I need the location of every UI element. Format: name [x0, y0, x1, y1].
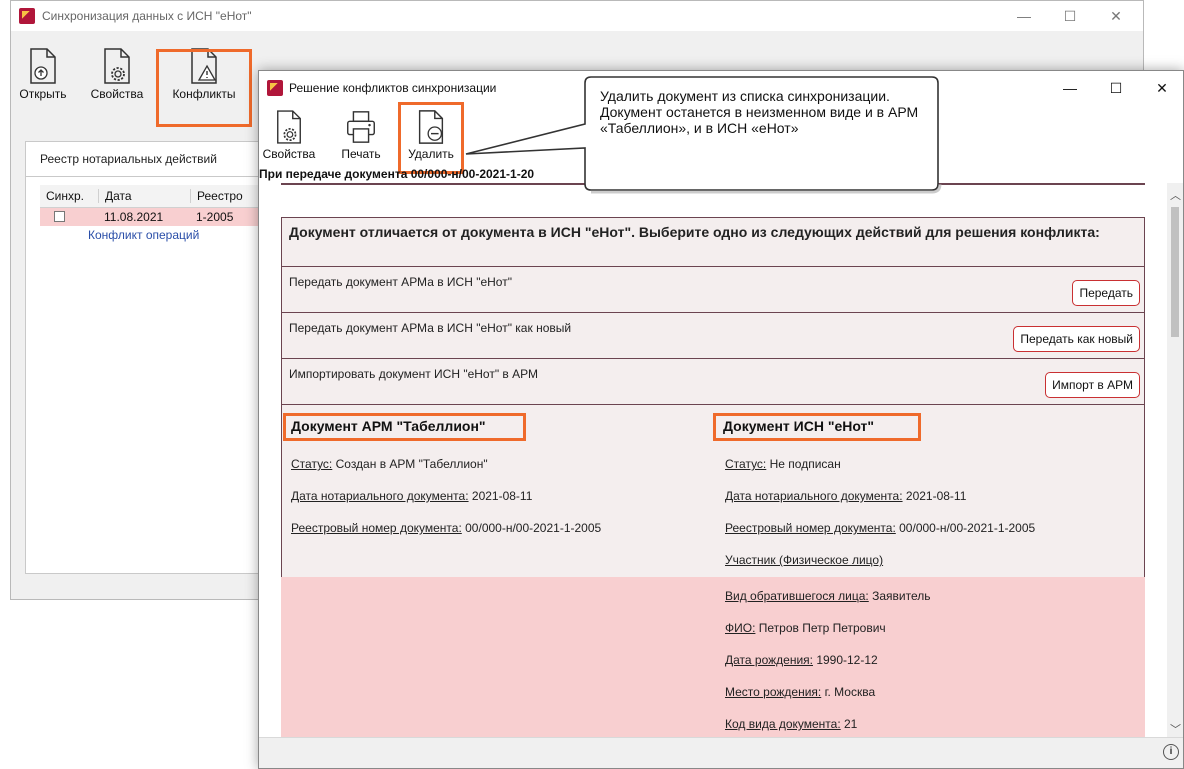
print-label: Печать [341, 147, 381, 161]
close-button[interactable]: ✕ [1093, 1, 1139, 31]
birth-place: Место рождения: г. Москва [725, 685, 875, 699]
applicant-type-value: Заявитель [868, 589, 931, 603]
app-logo-icon [19, 8, 35, 24]
properties-button[interactable]: Свойства [87, 47, 147, 101]
left-doc-title: Документ АРМ "Табеллион" [291, 418, 486, 434]
full-name: ФИО: Петров Петр Петрович [725, 621, 886, 635]
doc-type-code-label: Код вида документа: [725, 717, 841, 731]
sync-window-title: Синхронизация данных с ИСН "еНот" [42, 9, 252, 23]
left-status-label: Статус: [291, 457, 333, 471]
open-label: Открыть [19, 87, 67, 101]
conflict-message-row: Документ отличается от документа в ИСН "… [281, 217, 1145, 267]
callout-text: Удалить документ из списка синхронизации… [600, 88, 919, 136]
dialog-properties-button[interactable]: Свойства [261, 109, 317, 161]
delete-button[interactable]: Удалить [401, 109, 461, 161]
action-row-import: Импортировать документ ИСН "еНот" в АРМ … [281, 359, 1145, 405]
dialog-minimize-button[interactable]: — [1047, 73, 1093, 103]
properties-doc-icon [277, 110, 301, 144]
left-registry-value: 00/000-н/00-2021-1-2005 [461, 521, 602, 535]
col-date: Дата [98, 189, 132, 203]
action-row-transfer-new: Передать документ АРМа в ИСН "еНот" как … [281, 313, 1145, 359]
open-doc-icon [30, 48, 56, 84]
conflict-message: Документ отличается от документа в ИСН "… [289, 224, 1100, 240]
dialog-maximize-button[interactable]: ☐ [1093, 73, 1139, 103]
sync-window-titlebar: Синхронизация данных с ИСН "еНот" — ☐ ✕ [11, 1, 1143, 31]
transfer-new-button[interactable]: Передать как новый [1013, 326, 1140, 352]
left-date: Дата нотариального документа: 2021-08-11 [291, 489, 532, 503]
applicant-type: Вид обратившегося лица: Заявитель [725, 589, 931, 603]
tab-registry-label: Реестр нотариальных действий [40, 152, 217, 166]
col-registry: Реестро [190, 189, 243, 203]
status-bar: i [259, 737, 1183, 768]
right-registry-label: Реестровый номер документа: [725, 521, 896, 535]
conflict-content: Документ отличается от документа в ИСН "… [261, 183, 1169, 738]
table-header: Синхр. Дата Реестро [40, 185, 266, 208]
dialog-properties-label: Свойства [262, 147, 316, 161]
delete-label: Удалить [408, 147, 454, 161]
action-row-transfer: Передать документ АРМа в ИСН "еНот" Пере… [281, 267, 1145, 313]
properties-doc-icon [104, 48, 130, 84]
scroll-thumb[interactable] [1171, 207, 1179, 337]
delete-doc-icon [418, 110, 444, 144]
row-registry: 1-2005 [196, 210, 234, 224]
full-name-label: ФИО: [725, 621, 756, 635]
maximize-button[interactable]: ☐ [1047, 1, 1093, 31]
right-registry-value: 00/000-н/00-2021-1-2005 [895, 521, 1036, 535]
vertical-scrollbar[interactable]: ︿ ﹀ [1167, 183, 1183, 738]
dialog-close-button[interactable]: ✕ [1139, 73, 1184, 103]
left-date-label: Дата нотариального документа: [291, 489, 469, 503]
right-status-label: Статус: [725, 457, 767, 471]
right-status-value: Не подписан [766, 457, 841, 471]
scroll-down-icon[interactable]: ﹀ [1170, 721, 1181, 737]
info-icon[interactable]: i [1163, 744, 1179, 760]
col-sync: Синхр. [46, 189, 85, 203]
action-text-transfer: Передать документ АРМа в ИСН "еНот" [289, 275, 512, 289]
action-text-import: Импортировать документ ИСН "еНот" в АРМ [289, 367, 539, 381]
birth-date: Дата рождения: 1990-12-12 [725, 653, 878, 667]
print-button[interactable]: Печать [335, 109, 387, 161]
birth-date-value: 1990-12-12 [812, 653, 878, 667]
properties-label: Свойства [90, 87, 144, 101]
import-button[interactable]: Импорт в АРМ [1045, 372, 1140, 398]
right-registry: Реестровый номер документа: 00/000-н/00-… [725, 521, 1035, 535]
right-date: Дата нотариального документа: 2021-08-11 [725, 489, 966, 503]
registry-panel: Синхр. Дата Реестро 11.08.2021 1-2005 Ко… [25, 176, 266, 574]
right-status: Статус: Не подписан [725, 457, 841, 471]
right-date-value: 2021-08-11 [902, 489, 967, 503]
left-registry: Реестровый номер документа: 00/000-н/00-… [291, 521, 601, 535]
birth-place-value: г. Москва [821, 685, 876, 699]
doc-type-code-value: 21 [840, 717, 858, 731]
birth-place-label: Место рождения: [725, 685, 822, 699]
left-date-value: 2021-08-11 [468, 489, 533, 503]
printer-icon [347, 111, 375, 143]
full-name-value: Петров Петр Петрович [755, 621, 886, 635]
left-status-value: Создан в АРМ "Табеллион" [332, 457, 488, 471]
row-date: 11.08.2021 [104, 210, 164, 224]
scroll-up-icon[interactable]: ︿ [1170, 187, 1181, 203]
tab-registry[interactable]: Реестр нотариальных действий [25, 141, 265, 177]
conflicts-label: Конфликты [172, 87, 236, 101]
conflict-link[interactable]: Конфликт операций [88, 228, 199, 242]
minimize-button[interactable]: — [1001, 1, 1047, 31]
applicant-type-label: Вид обратившегося лица: [725, 589, 869, 603]
participant-diff-area [281, 577, 1145, 738]
right-doc-title: Документ ИСН "еНот" [723, 418, 875, 434]
participant-link-text: Участник (Физическое лицо) [725, 553, 884, 567]
open-button[interactable]: Открыть [19, 47, 67, 101]
table-row[interactable]: 11.08.2021 1-2005 [40, 208, 266, 226]
right-date-label: Дата нотариального документа: [725, 489, 903, 503]
doc-type-code: Код вида документа: 21 [725, 717, 857, 731]
left-registry-label: Реестровый номер документа: [291, 521, 462, 535]
birth-date-label: Дата рождения: [725, 653, 813, 667]
dialog-logo-icon [267, 80, 283, 96]
participant-link[interactable]: Участник (Физическое лицо) [725, 553, 883, 567]
left-status: Статус: Создан в АРМ "Табеллион" [291, 457, 488, 471]
action-text-transfer-new: Передать документ АРМа в ИСН "еНот" как … [289, 321, 572, 335]
transfer-button[interactable]: Передать [1072, 280, 1140, 306]
conflicts-button[interactable]: Конфликты [161, 47, 247, 101]
conflict-doc-icon [191, 48, 217, 84]
sync-checkbox[interactable] [54, 211, 65, 222]
